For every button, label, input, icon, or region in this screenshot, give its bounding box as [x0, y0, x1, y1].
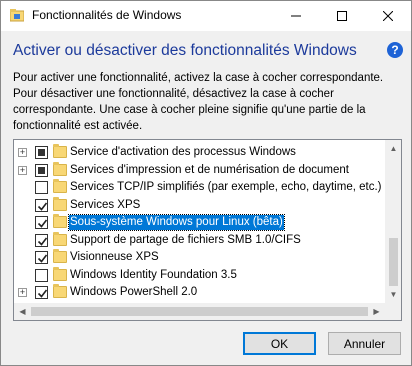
vertical-scroll-thumb[interactable] [389, 238, 398, 286]
ok-button[interactable]: OK [243, 332, 316, 355]
folder-icon [53, 231, 67, 246]
feature-checkbox[interactable] [35, 286, 48, 299]
folder-icon [53, 284, 67, 298]
close-icon [383, 11, 393, 21]
feature-checkbox[interactable] [35, 181, 48, 194]
feature-checkbox[interactable] [35, 233, 48, 247]
feature-checkbox[interactable] [35, 251, 48, 264]
maximize-button[interactable] [319, 1, 365, 31]
feature-row[interactable]: + Service d'activation des processus Wind… [14, 144, 384, 161]
maximize-icon [337, 11, 347, 21]
folder-icon [53, 144, 67, 158]
help-icon[interactable]: ? [387, 42, 403, 58]
windows-features-icon [9, 8, 25, 22]
scroll-right-arrow-icon[interactable]: ▶ [368, 303, 385, 320]
scroll-down-arrow-icon[interactable]: ▼ [385, 286, 401, 303]
dialog-heading: Activer ou désactiver des fonctionnalité… [13, 42, 357, 59]
feature-label: Windows Identity Foundation 3.5 [70, 268, 237, 281]
feature-checkbox[interactable] [35, 216, 48, 229]
window-title: Fonctionnalités de Windows [32, 8, 182, 22]
scroll-up-arrow-icon[interactable]: ▲ [385, 140, 401, 157]
instructions-text: Pour activer une fonctionnalité, activez… [13, 70, 405, 134]
scroll-left-arrow-icon[interactable]: ◀ [14, 303, 31, 320]
folder-icon [53, 179, 67, 193]
feature-label: Services TCP/IP simplifiés (par exemple,… [70, 181, 382, 193]
feature-checkbox[interactable] [35, 163, 48, 177]
feature-row[interactable]: Visionneuse XPS [14, 249, 384, 266]
expand-icon[interactable]: + [18, 148, 27, 157]
scrollbar-corner [385, 303, 401, 320]
feature-checkbox[interactable] [35, 268, 48, 282]
folder-icon [53, 161, 67, 176]
feature-label: Service d'activation des processus Windo… [70, 146, 296, 158]
folder-icon [53, 266, 67, 281]
vertical-scrollbar[interactable]: ▲ ▼ [385, 140, 401, 303]
close-button[interactable] [365, 1, 411, 31]
feature-row[interactable]: Windows Identity Foundation 3.5 [14, 266, 384, 284]
feature-label: Services XPS [70, 198, 141, 211]
minimize-icon [291, 15, 301, 17]
feature-row[interactable]: + Windows PowerShell 2.0 [14, 284, 384, 301]
expand-icon[interactable]: + [18, 288, 27, 297]
title-bar[interactable]: Fonctionnalités de Windows [1, 1, 411, 31]
features-tree[interactable]: ▲ ▼ ◀ ▶ + Service d'activation des proces… [13, 139, 402, 321]
feature-label: Visionneuse XPS [70, 251, 159, 263]
feature-row[interactable]: + Services d'impression et de numérisatio… [14, 161, 384, 179]
feature-label: Services d'impression et de numérisation… [70, 163, 349, 176]
feature-row[interactable]: Services TCP/IP simplifiés (par exemple,… [14, 179, 384, 196]
feature-row[interactable]: Support de partage de fichiers SMB 1.0/C… [14, 231, 384, 249]
instructions-line: Pour activer une fonctionnalité, activez… [13, 72, 384, 84]
instructions-line: correspondante. Une case à cocher pleine… [13, 104, 366, 116]
feature-row[interactable]: Sous-système Windows pour Linux (bêta) [14, 214, 384, 231]
feature-row[interactable]: Services XPS [14, 196, 384, 214]
folder-icon [53, 214, 67, 228]
cancel-button[interactable]: Annuler [328, 332, 401, 355]
feature-checkbox[interactable] [35, 198, 48, 212]
feature-checkbox[interactable] [35, 146, 48, 159]
folder-icon [53, 249, 67, 263]
feature-label: Sous-système Windows pour Linux (bêta) [68, 214, 285, 231]
horizontal-scrollbar[interactable]: ◀ ▶ [14, 303, 385, 320]
folder-icon [53, 196, 67, 211]
horizontal-scroll-thumb[interactable] [31, 307, 368, 316]
feature-label: Windows PowerShell 2.0 [70, 286, 198, 298]
instructions-line: fonctionnalité est activée. [13, 120, 143, 132]
expand-icon[interactable]: + [18, 165, 27, 175]
minimize-button[interactable] [273, 1, 319, 31]
feature-label: Support de partage de fichiers SMB 1.0/C… [70, 233, 301, 246]
instructions-line: Pour désactiver une fonctionnalité, désa… [13, 88, 334, 100]
windows-features-dialog: Fonctionnalités de Windows Activer ou dé… [0, 0, 412, 366]
